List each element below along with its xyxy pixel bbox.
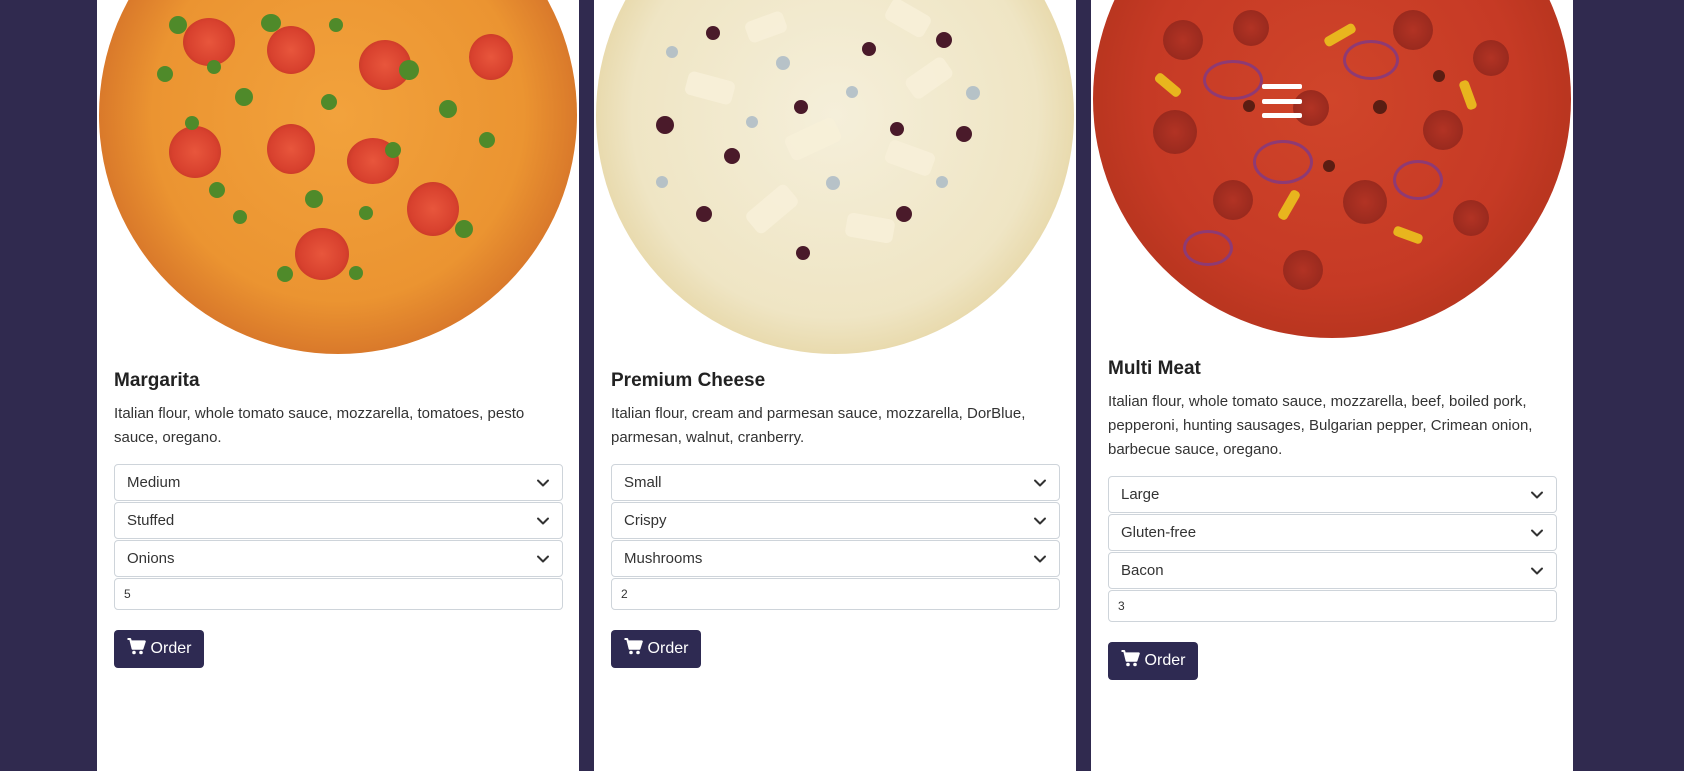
extra-select[interactable]: Mushrooms <box>611 540 1060 577</box>
chevron-down-icon <box>1530 477 1544 512</box>
pizza-image-wrap <box>97 0 579 355</box>
quantity-input[interactable]: 5 <box>114 578 563 610</box>
size-select[interactable]: Medium <box>114 464 563 501</box>
order-button-label: Order <box>1144 652 1186 669</box>
quantity-input[interactable]: 2 <box>611 578 1060 610</box>
crust-select-value: Crispy <box>624 512 667 529</box>
hamburger-menu-icon[interactable] <box>1262 84 1302 118</box>
cart-icon <box>624 638 643 660</box>
chevron-down-icon <box>536 503 550 538</box>
pizza-image-premium-cheese <box>596 0 1074 354</box>
order-button[interactable]: Order <box>1108 642 1198 680</box>
cart-icon <box>127 638 146 660</box>
cart-icon <box>1121 650 1140 672</box>
pizza-image-multi-meat <box>1093 0 1571 338</box>
page: Margarita Italian flour, whole tomato sa… <box>0 0 1684 771</box>
order-button[interactable]: Order <box>114 630 204 668</box>
crust-select[interactable]: Gluten-free <box>1108 514 1557 551</box>
pizza-card-premium-cheese: Premium Cheese Italian flour, cream and … <box>594 0 1076 771</box>
extra-select-value: Mushrooms <box>624 550 703 567</box>
size-select[interactable]: Large <box>1108 476 1557 513</box>
pizza-image-wrap <box>594 0 1076 355</box>
pizza-description: Italian flour, whole tomato sauce, mozza… <box>114 405 525 446</box>
pizza-description: Italian flour, cream and parmesan sauce,… <box>611 405 1026 446</box>
chevron-down-icon <box>1033 465 1047 500</box>
pizza-card-multi-meat: Multi Meat Italian flour, whole tomato s… <box>1091 0 1573 771</box>
pizza-description: Italian flour, whole tomato sauce, mozza… <box>1108 393 1533 458</box>
pizza-image-wrap <box>1091 0 1573 355</box>
size-select[interactable]: Small <box>611 464 1060 501</box>
pizza-card-margarita: Margarita Italian flour, whole tomato sa… <box>97 0 579 771</box>
order-button[interactable]: Order <box>611 630 701 668</box>
order-button-label: Order <box>647 640 689 657</box>
crust-select-value: Stuffed <box>127 512 175 529</box>
order-button-label: Order <box>150 640 192 657</box>
quantity-input[interactable]: 3 <box>1108 590 1557 622</box>
size-select-value: Small <box>624 474 662 491</box>
pizza-title: Multi Meat <box>1108 358 1201 379</box>
crust-select-value: Gluten-free <box>1121 524 1197 541</box>
extra-select[interactable]: Onions <box>114 540 563 577</box>
extra-select[interactable]: Bacon <box>1108 552 1557 589</box>
pizza-title: Margarita <box>114 370 200 391</box>
chevron-down-icon <box>1530 515 1544 550</box>
crust-select[interactable]: Stuffed <box>114 502 563 539</box>
size-select-value: Medium <box>127 474 181 491</box>
pizza-image-margarita <box>99 0 577 354</box>
pizza-title: Premium Cheese <box>611 370 766 391</box>
chevron-down-icon <box>536 541 550 576</box>
chevron-down-icon <box>1530 553 1544 588</box>
extra-select-value: Bacon <box>1121 562 1164 579</box>
chevron-down-icon <box>1033 541 1047 576</box>
extra-select-value: Onions <box>127 550 175 567</box>
chevron-down-icon <box>536 465 550 500</box>
size-select-value: Large <box>1121 486 1160 503</box>
chevron-down-icon <box>1033 503 1047 538</box>
crust-select[interactable]: Crispy <box>611 502 1060 539</box>
